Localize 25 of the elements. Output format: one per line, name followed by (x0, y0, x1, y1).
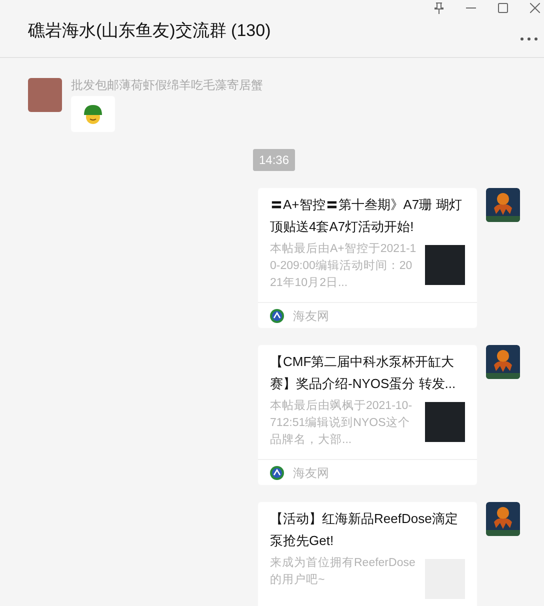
article-summary: 来成为首位拥有ReeferDose的用户吧~ (270, 556, 416, 588)
source-name: 海友网 (293, 464, 329, 482)
octopus-avatar-icon (486, 188, 520, 222)
maximize-icon[interactable] (498, 3, 508, 13)
site-logo-icon (270, 466, 284, 480)
octopus-avatar-icon (486, 502, 520, 536)
link-card[interactable]: 【活动】红海新品ReefDose滴定泵抢先Get! 来成为首位拥有ReeferDose的用户吧~ (258, 502, 477, 606)
site-logo-icon (270, 308, 284, 322)
chat-title: 礁岩海水(山东鱼友)交流群 (130) (28, 20, 271, 42)
source-name: 海友网 (293, 308, 329, 324)
article-summary: 本帖最后由A+智控于2021-10-209:00编辑活动时间：2021年10月2日... (270, 242, 417, 291)
sender-name: 批发包邮薄荷虾假绵羊吃毛藻寄居蟹 (71, 78, 263, 92)
avatar-photo-placeholder (28, 78, 62, 112)
octopus-avatar-icon (486, 345, 520, 379)
article-title: 【CMF第二届中科水泵杯开缸大赛】奖品介绍-NYOS蛋分 转发... (270, 353, 457, 393)
more-icon[interactable] (520, 37, 538, 41)
pin-icon[interactable] (434, 2, 444, 14)
link-card[interactable]: 〓A+智控〓第十叁期》A7珊 瑚灯顶贴送4套A7灯活动开始! 本帖最后由A+智控于2021-10-209:00编辑活动时间：2021年10月2日... 海友网 (258, 188, 477, 328)
helmet-face-icon (82, 103, 104, 125)
close-icon[interactable] (530, 3, 540, 13)
article-summary: 本帖最后由飒枫于2021-10-712:51编辑说到NYOS这个品牌名，大部... (270, 398, 414, 448)
link-card[interactable]: 【CMF第二届中科水泵杯开缸大赛】奖品介绍-NYOS蛋分 转发... 本帖最后由飒枫于2021-10-712:51编辑说到NYOS这个品牌名，大部... 海友网 (258, 345, 477, 485)
article-title: 〓A+智控〓第十叁期》A7珊 瑚灯顶贴送4套A7灯活动开始! (270, 196, 463, 236)
timestamp: 14:36 (252, 149, 296, 171)
article-title: 【活动】红海新品ReefDose滴定泵抢先Get! (270, 510, 459, 550)
